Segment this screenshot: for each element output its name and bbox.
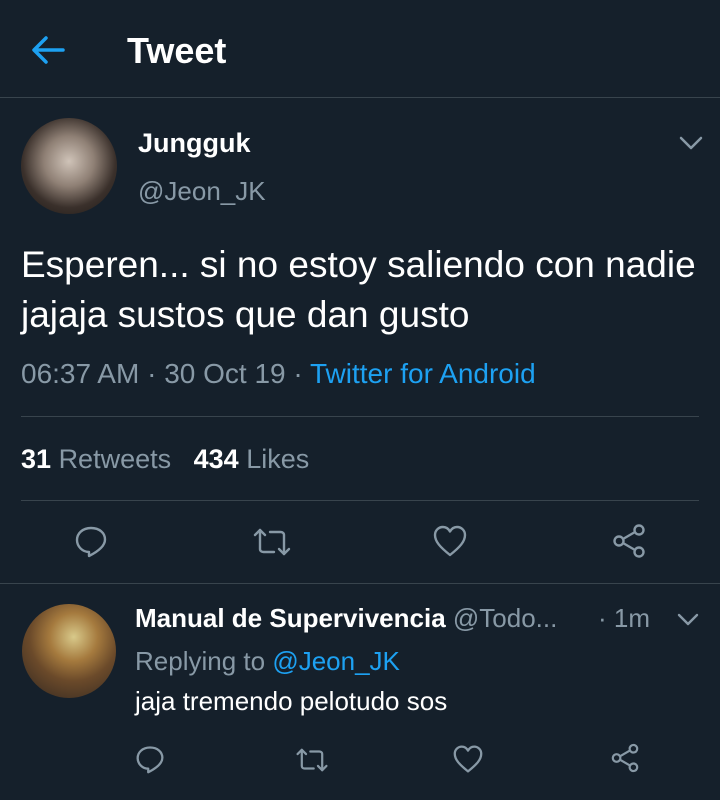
reply-icon[interactable]: [135, 744, 165, 779]
divider: [0, 583, 720, 584]
retweets-count: 31: [21, 444, 52, 474]
likes-label: Likes: [246, 444, 310, 474]
tweet-meta: 06:37 AM · 30 Oct 19 · Twitter for Andro…: [21, 358, 536, 390]
meta-separator: ·: [285, 358, 310, 389]
reply-author-avatar[interactable]: [22, 604, 116, 698]
share-icon[interactable]: [610, 522, 648, 565]
like-heart-icon[interactable]: [452, 744, 484, 779]
tweet-source-link[interactable]: Twitter for Android: [310, 358, 536, 389]
retweet-icon[interactable]: [252, 526, 292, 563]
author-avatar[interactable]: [21, 118, 117, 214]
replying-prefix: Replying to: [135, 646, 266, 676]
tweet-text: Esperen... si no estoy saliendo con nadi…: [21, 244, 696, 335]
tweet-options-chevron-down-icon[interactable]: [678, 134, 704, 157]
reply-icon[interactable]: [74, 524, 108, 563]
share-icon[interactable]: [609, 742, 641, 779]
tweet-time: 06:37 AM: [21, 358, 140, 389]
reply-time: · 1m: [598, 603, 650, 633]
divider: [21, 500, 699, 501]
reply-header: Manual de Supervivencia @Todo...: [135, 603, 557, 634]
reply-text: jaja tremendo pelotudo sos: [135, 686, 448, 716]
top-bar: Tweet: [0, 0, 720, 98]
replying-mention-link[interactable]: @Jeon_JK: [272, 646, 400, 676]
author-handle[interactable]: @Jeon_JK: [138, 176, 266, 207]
likes-count: 434: [193, 444, 239, 474]
page-title: Tweet: [127, 30, 227, 71]
likes-stat[interactable]: 434 Likes: [194, 444, 310, 474]
retweets-label: Retweets: [58, 444, 172, 474]
reply-options-chevron-down-icon[interactable]: [676, 612, 700, 633]
back-arrow-icon[interactable]: [30, 34, 66, 66]
tweet-date: 30 Oct 19: [164, 358, 286, 389]
reply-author-name[interactable]: Manual de Supervivencia: [135, 603, 446, 633]
author-name[interactable]: Jungguk: [138, 128, 251, 159]
meta-separator: ·: [139, 358, 165, 389]
reply-author-handle[interactable]: @Todo...: [453, 603, 557, 633]
like-heart-icon[interactable]: [432, 524, 468, 563]
retweet-icon[interactable]: [295, 746, 329, 779]
divider: [21, 416, 699, 417]
replying-to: Replying to @Jeon_JK: [135, 646, 400, 677]
tweet-stats: 31 Retweets 434 Likes: [21, 444, 309, 475]
retweets-stat[interactable]: 31 Retweets: [21, 444, 171, 474]
